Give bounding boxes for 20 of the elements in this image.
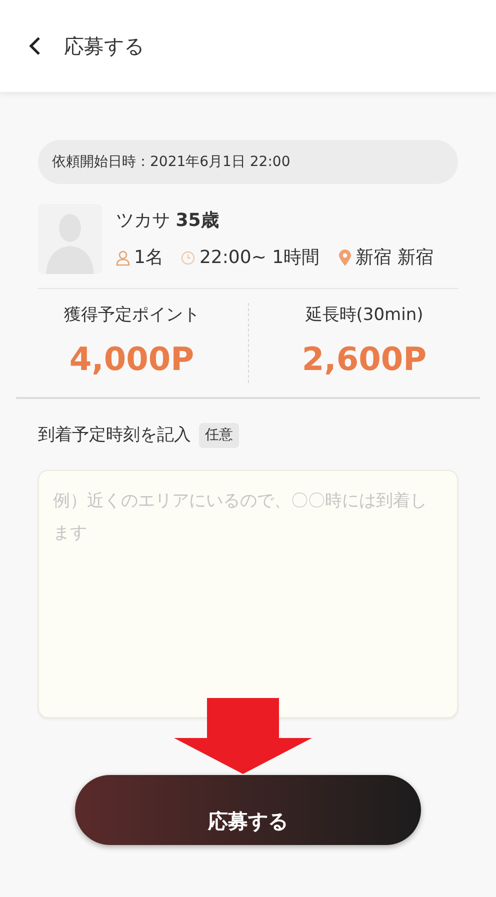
down-arrow-icon [174,698,312,774]
time-range: 22:00~ 1時間 [199,246,320,270]
apply-button[interactable]: 応募する [75,775,421,845]
clock-icon [181,250,196,264]
arrival-time-field[interactable]: 例）近くのエリアにいるので、〇〇時には到着します [38,470,458,718]
profile-name: ツカサ [116,210,170,231]
points-label: 延長時(30min) [305,304,424,327]
people-count: 1名 [134,246,164,270]
arrival-label: 到着予定時刻を記入 [38,424,191,446]
location-pin-icon [338,248,352,266]
points-value: 2,600P [302,338,427,380]
optional-tag: 任意 [199,422,239,448]
request-date-pill: 依頼開始日時：2021年6月1日 22:00 [38,140,458,184]
location-text: 新宿 新宿 [356,246,434,270]
back-icon[interactable] [28,36,42,56]
profile-age: 35歳 [176,210,219,231]
points-label: 獲得予定ポイント [64,304,200,327]
person-icon [116,250,130,266]
points-value: 4,000P [69,338,194,380]
page-title: 応募する [64,33,144,60]
